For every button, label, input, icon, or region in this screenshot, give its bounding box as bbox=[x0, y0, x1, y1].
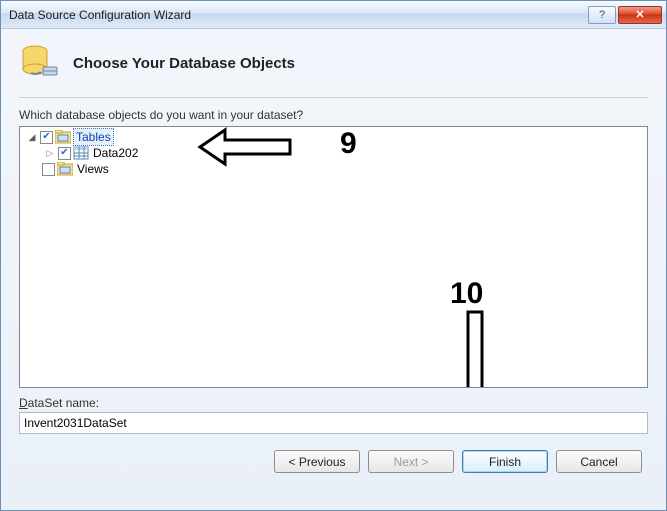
expander-open-icon[interactable]: ◢ bbox=[26, 131, 38, 143]
next-button: Next > bbox=[368, 450, 454, 473]
views-folder-icon bbox=[57, 162, 73, 176]
divider bbox=[19, 97, 648, 98]
page-title: Choose Your Database Objects bbox=[73, 55, 295, 72]
checkbox-tables[interactable] bbox=[40, 131, 53, 144]
cancel-button[interactable]: Cancel bbox=[556, 450, 642, 473]
wizard-button-row: < Previous Next > Finish Cancel bbox=[19, 440, 648, 473]
titlebar[interactable]: Data Source Configuration Wizard ? ✕ bbox=[1, 1, 666, 29]
previous-button[interactable]: < Previous bbox=[274, 450, 360, 473]
database-objects-tree[interactable]: ◢ Tables ▷ Data202 bbox=[19, 126, 648, 388]
help-button[interactable]: ? bbox=[588, 6, 616, 24]
table-icon bbox=[73, 146, 89, 160]
tables-folder-icon bbox=[55, 130, 71, 144]
titlebar-buttons: ? ✕ bbox=[588, 6, 662, 24]
dataset-name-input[interactable] bbox=[19, 412, 648, 434]
window-title: Data Source Configuration Wizard bbox=[9, 8, 588, 22]
close-icon: ✕ bbox=[635, 8, 644, 21]
annotation-arrow-10 bbox=[450, 312, 500, 388]
tree-node-data202[interactable]: ▷ Data202 bbox=[22, 145, 645, 161]
annotation-label-10: 10 bbox=[450, 277, 483, 311]
checkbox-views[interactable] bbox=[42, 163, 55, 176]
help-icon: ? bbox=[599, 9, 605, 21]
finish-button[interactable]: Finish bbox=[462, 450, 548, 473]
header-row: Choose Your Database Objects bbox=[19, 43, 648, 97]
data202-label[interactable]: Data202 bbox=[91, 145, 140, 161]
dataset-name-label: DataSet name: bbox=[19, 396, 648, 410]
close-button[interactable]: ✕ bbox=[618, 6, 662, 24]
wizard-window: Data Source Configuration Wizard ? ✕ Cho… bbox=[0, 0, 667, 511]
tree-node-views[interactable]: Views bbox=[22, 161, 645, 177]
views-label[interactable]: Views bbox=[75, 161, 111, 177]
content-area: Choose Your Database Objects Which datab… bbox=[1, 29, 666, 510]
dataset-name-accel: D bbox=[19, 396, 28, 410]
checkbox-data202[interactable] bbox=[58, 147, 71, 160]
tables-label[interactable]: Tables bbox=[73, 128, 114, 146]
expander-closed-icon[interactable]: ▷ bbox=[44, 147, 56, 159]
tree-node-tables[interactable]: ◢ Tables bbox=[22, 129, 645, 145]
database-icon bbox=[19, 43, 59, 83]
prompt-label: Which database objects do you want in yo… bbox=[19, 108, 648, 122]
